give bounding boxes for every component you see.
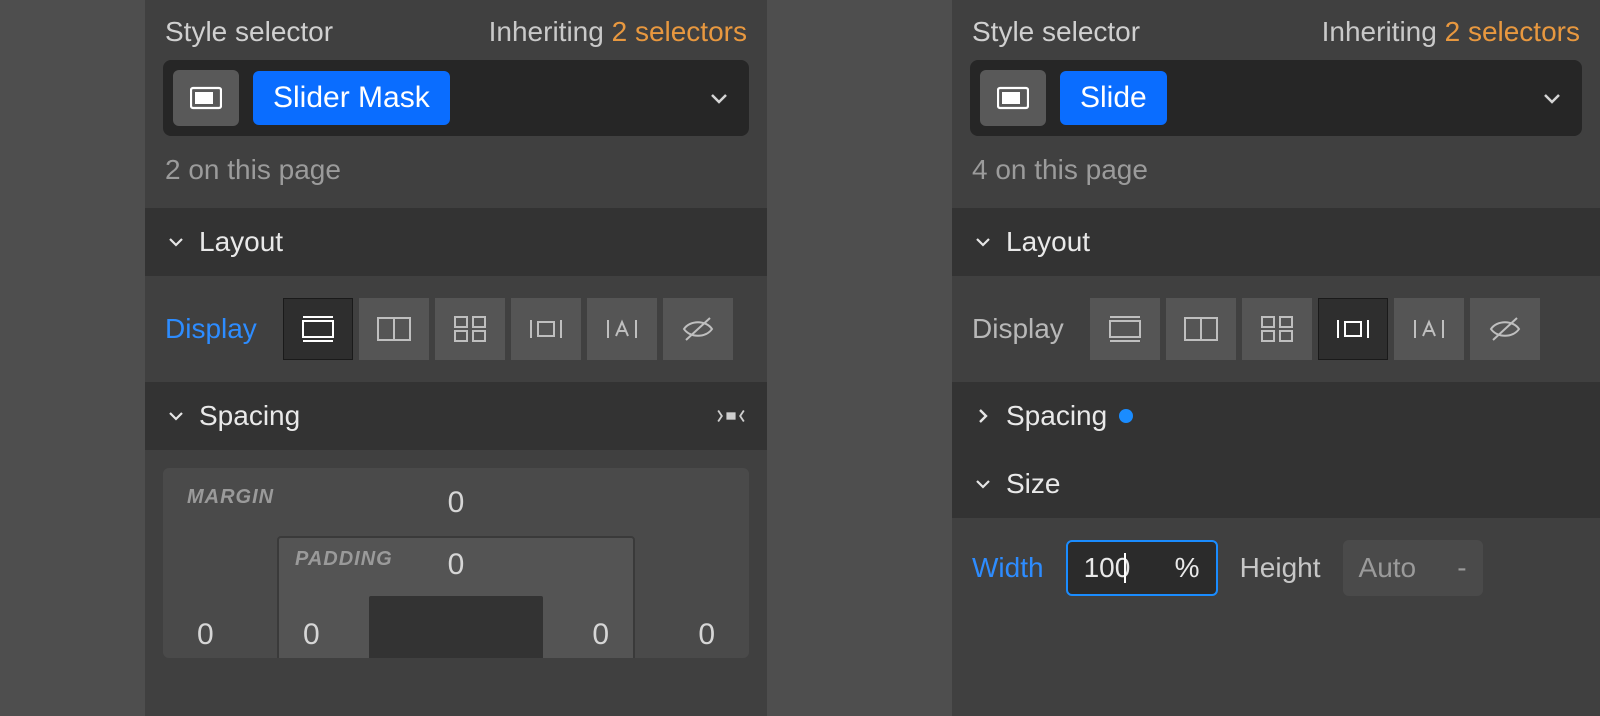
display-inline-block-button[interactable] xyxy=(1318,298,1388,360)
inheriting-label: Inheriting xyxy=(489,16,604,47)
inheriting-info: Inheriting 2 selectors xyxy=(489,16,747,48)
padding-left-value[interactable]: 0 xyxy=(303,618,320,652)
content-box xyxy=(369,596,543,658)
height-label[interactable]: Height xyxy=(1240,552,1321,584)
modified-indicator-icon xyxy=(1119,409,1133,423)
chevron-down-icon[interactable] xyxy=(705,84,733,112)
height-unit[interactable]: - xyxy=(1457,552,1466,584)
style-panel-left: Style selector Inheriting 2 selectors Sl… xyxy=(145,0,767,716)
style-selector-header: Style selector Inheriting 2 selectors xyxy=(145,0,767,60)
display-row: Display xyxy=(145,276,767,382)
section-title: Layout xyxy=(199,226,283,258)
display-inline-button[interactable] xyxy=(1394,298,1464,360)
section-spacing-header[interactable]: Spacing xyxy=(952,382,1600,450)
section-title: Spacing xyxy=(199,400,300,432)
display-none-button[interactable] xyxy=(663,298,733,360)
display-row: Display xyxy=(952,276,1600,382)
width-label[interactable]: Width xyxy=(972,552,1044,584)
inheriting-info: Inheriting 2 selectors xyxy=(1322,16,1580,48)
inheriting-label: Inheriting xyxy=(1322,16,1437,47)
inheriting-count[interactable]: 2 selectors xyxy=(612,16,747,47)
chevron-right-icon xyxy=(972,406,994,426)
display-inline-button[interactable] xyxy=(587,298,657,360)
width-input[interactable]: 100 % xyxy=(1066,540,1218,596)
selector-field[interactable]: Slide xyxy=(970,60,1582,136)
display-none-button[interactable] xyxy=(1470,298,1540,360)
section-layout-header[interactable]: Layout xyxy=(145,208,767,276)
on-page-count: 4 on this page xyxy=(952,150,1600,208)
padding-box[interactable]: PADDING 0 xyxy=(277,536,635,658)
height-value: Auto xyxy=(1359,552,1417,584)
section-spacing-header[interactable]: Spacing xyxy=(145,382,767,450)
display-button-group xyxy=(283,298,733,360)
class-pill[interactable]: Slider Mask xyxy=(253,71,450,125)
section-title: Size xyxy=(1006,468,1060,500)
section-title: Spacing xyxy=(1006,400,1107,432)
text-caret-icon xyxy=(1124,553,1126,583)
margin-left-value[interactable]: 0 xyxy=(197,618,214,652)
display-inline-block-button[interactable] xyxy=(511,298,581,360)
inheriting-count[interactable]: 2 selectors xyxy=(1445,16,1580,47)
class-pill[interactable]: Slide xyxy=(1060,71,1167,125)
style-selector-header: Style selector Inheriting 2 selectors xyxy=(952,0,1600,60)
chevron-down-icon[interactable] xyxy=(1538,84,1566,112)
chevron-down-icon xyxy=(165,406,187,426)
display-grid-button[interactable] xyxy=(435,298,505,360)
on-page-count: 2 on this page xyxy=(145,150,767,208)
section-layout-header[interactable]: Layout xyxy=(952,208,1600,276)
width-unit[interactable]: % xyxy=(1175,552,1200,584)
style-selector-title: Style selector xyxy=(972,16,1140,48)
display-flex-button[interactable] xyxy=(1166,298,1236,360)
display-label[interactable]: Display xyxy=(165,313,257,345)
section-size-header[interactable]: Size xyxy=(952,450,1600,518)
margin-label: MARGIN xyxy=(187,486,274,509)
spacing-box[interactable]: MARGIN 0 PADDING 0 0 0 0 0 xyxy=(163,468,749,658)
display-flex-button[interactable] xyxy=(359,298,429,360)
chevron-down-icon xyxy=(972,474,994,494)
size-row: Width 100 % Height Auto - xyxy=(952,518,1600,618)
display-grid-button[interactable] xyxy=(1242,298,1312,360)
breakpoint-icon[interactable] xyxy=(173,70,239,126)
padding-top-value[interactable]: 0 xyxy=(448,548,465,582)
section-title: Layout xyxy=(1006,226,1090,258)
display-button-group xyxy=(1090,298,1540,360)
style-panel-right: Style selector Inheriting 2 selectors Sl… xyxy=(952,0,1600,716)
display-block-button[interactable] xyxy=(1090,298,1160,360)
padding-right-value[interactable]: 0 xyxy=(592,618,609,652)
spacing-expand-icon[interactable] xyxy=(715,402,747,430)
margin-right-value[interactable]: 0 xyxy=(698,618,715,652)
breakpoint-icon[interactable] xyxy=(980,70,1046,126)
margin-top-value[interactable]: 0 xyxy=(448,486,465,520)
display-label[interactable]: Display xyxy=(972,313,1064,345)
chevron-down-icon xyxy=(972,232,994,252)
selector-field[interactable]: Slider Mask xyxy=(163,60,749,136)
style-selector-title: Style selector xyxy=(165,16,333,48)
padding-label: PADDING xyxy=(295,548,393,571)
display-block-button[interactable] xyxy=(283,298,353,360)
height-input[interactable]: Auto - xyxy=(1343,540,1483,596)
chevron-down-icon xyxy=(165,232,187,252)
width-value: 100 xyxy=(1084,552,1131,584)
